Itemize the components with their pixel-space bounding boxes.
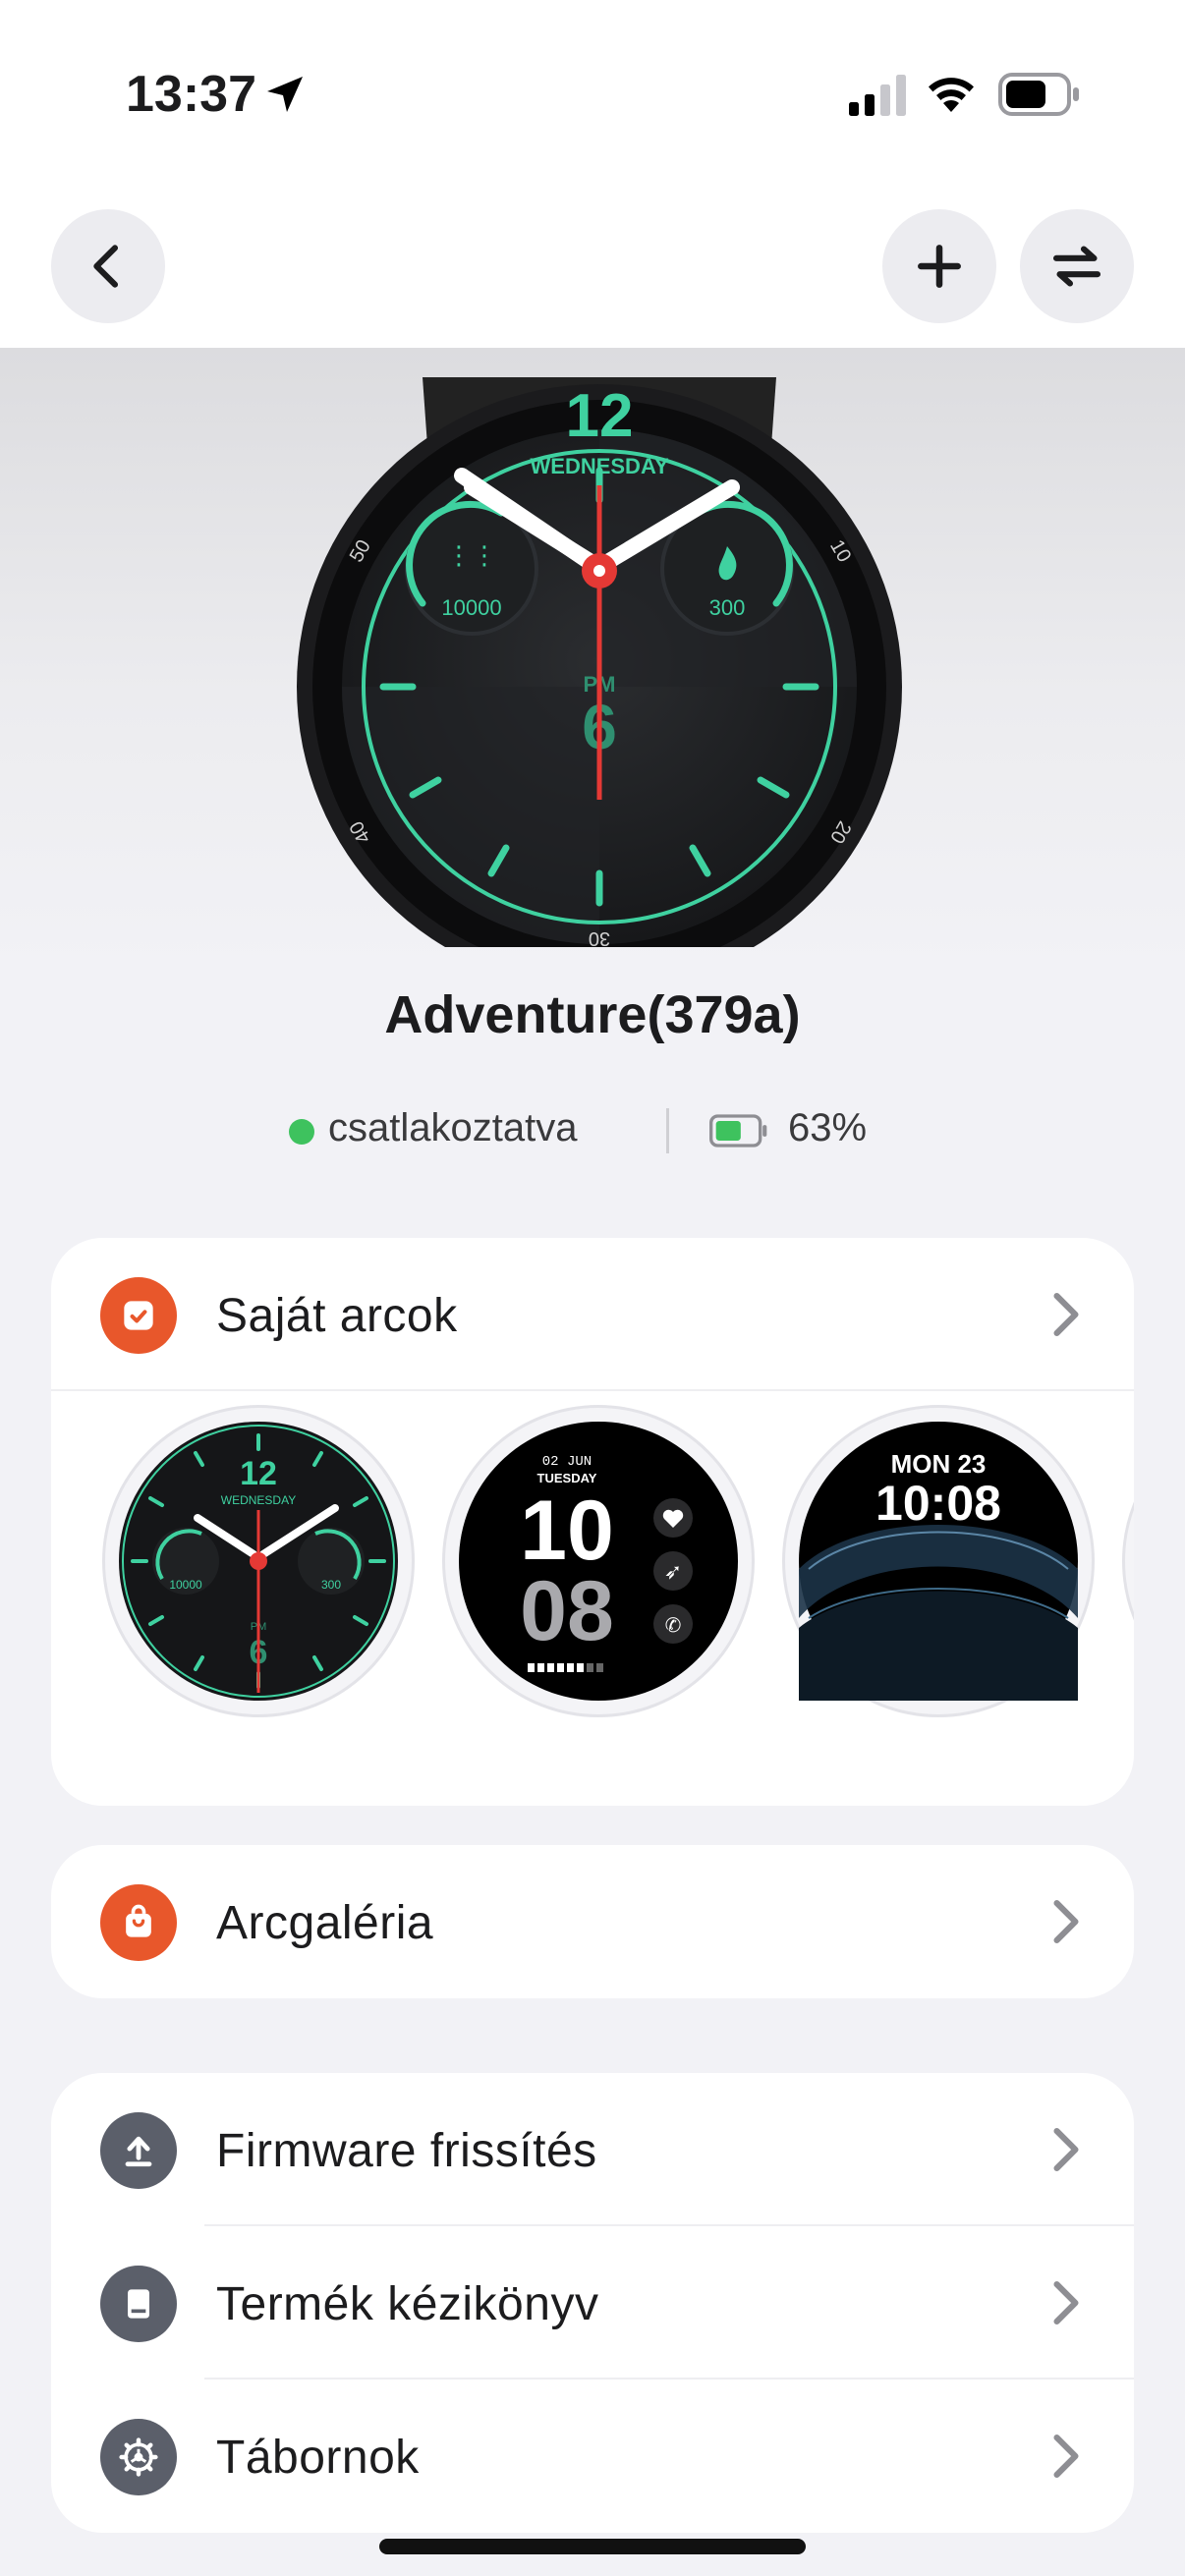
- gallery-card: Arcgaléria: [51, 1845, 1134, 1998]
- watch-date: 12: [566, 382, 634, 450]
- info-divider: [666, 1108, 669, 1153]
- my-faces-label: Saját arcok: [216, 1290, 458, 1342]
- settings-label: Firmware frissítés: [216, 2125, 597, 2177]
- face-weekday: WEDNESDAY: [221, 1493, 296, 1507]
- running-icon: ➶: [664, 1560, 682, 1585]
- chevron-right-icon: [1053, 1900, 1079, 1943]
- face-time: 10:08: [875, 1476, 1001, 1531]
- watch-weekday: WEDNESDAY: [531, 454, 669, 478]
- settings-label: Termék kézikönyv: [216, 2278, 599, 2330]
- status-bar: 13:37: [0, 0, 1185, 187]
- device-name: Adventure(379a): [384, 985, 801, 1044]
- gear-icon: [100, 2419, 177, 2495]
- watch-steps: 10000: [441, 595, 501, 620]
- gallery-row[interactable]: Arcgaléria: [51, 1845, 1134, 1998]
- shopping-bag-icon: [100, 1884, 177, 1961]
- book-icon: [100, 2266, 177, 2342]
- status-time: 13:37: [126, 66, 256, 123]
- chevron-right-icon: [1053, 1293, 1079, 1336]
- add-device-button[interactable]: [882, 209, 996, 323]
- chevron-right-icon: [1053, 2435, 1079, 2478]
- watch-face-thumbnail[interactable]: [1122, 1405, 1134, 1717]
- device-hero: 10 20 30 40 50 12 WEDNESDAY ⋮⋮ 10000 300…: [0, 348, 1185, 977]
- watch-face-thumbnail[interactable]: 02 JUN TUESDAY 10 08 ➶ ✆: [442, 1405, 755, 1717]
- chevron-right-icon: [1053, 2281, 1079, 2324]
- watch-calories: 300: [709, 595, 746, 620]
- my-faces-card: Saját arcok 12 WEDNESDAY 10000 300 02 JU…: [51, 1238, 1134, 1806]
- chevron-left-icon: [93, 245, 119, 288]
- row-divider: [51, 1389, 1134, 1391]
- connection-dot: [289, 1119, 314, 1145]
- battery-level-icon: [709, 1114, 767, 1148]
- plus-icon: [918, 245, 961, 288]
- wifi-icon: [929, 78, 974, 112]
- face-calories: 300: [321, 1578, 341, 1592]
- upload-icon: [100, 2112, 177, 2189]
- my-faces-row[interactable]: Saját arcok: [51, 1238, 1134, 1391]
- watch-face-thumbnail[interactable]: MON 23 10:08: [782, 1405, 1095, 1717]
- my-faces-list: 12 WEDNESDAY 10000 300 PM 6 02 JUN: [51, 1395, 1134, 1717]
- watch-face-thumbnail[interactable]: 12 WEDNESDAY 10000 300 PM 6: [102, 1405, 415, 1717]
- battery-icon: [998, 73, 1079, 116]
- signal-icon: [849, 75, 906, 116]
- settings-row-manual[interactable]: Termék kézikönyv: [51, 2226, 1134, 2380]
- face-date: MON 23: [891, 1449, 987, 1479]
- face-minute: 08: [520, 1564, 614, 1658]
- face-date: 02 JUN: [542, 1454, 592, 1470]
- swap-arrows-icon: [1052, 246, 1101, 287]
- steps-icon: ⋮⋮: [446, 541, 497, 571]
- nav-bar: [0, 187, 1185, 348]
- bezel-number: 30: [589, 927, 610, 947]
- watch-image: 10 20 30 40 50 12 WEDNESDAY ⋮⋮ 10000 300…: [297, 377, 902, 947]
- location-arrow-icon: [267, 77, 303, 112]
- home-indicator: [379, 2539, 806, 2554]
- battery-percent: 63%: [788, 1106, 868, 1149]
- switch-device-button[interactable]: [1020, 209, 1134, 323]
- back-button[interactable]: [51, 209, 165, 323]
- gallery-label: Arcgaléria: [216, 1897, 434, 1949]
- settings-row-firmware[interactable]: Firmware frissítés: [51, 2073, 1134, 2226]
- settings-label: Tábornok: [216, 2432, 420, 2484]
- settings-card: Firmware frissítés Termék kézikönyv Tábo…: [51, 2073, 1134, 2533]
- face-steps: 10000: [169, 1578, 202, 1592]
- watch-face-icon: [100, 1277, 177, 1354]
- connection-status: csatlakoztatva: [328, 1106, 578, 1149]
- chevron-right-icon: [1053, 2128, 1079, 2171]
- phone-icon: ✆: [665, 1613, 682, 1637]
- settings-row-general[interactable]: Tábornok: [51, 2380, 1134, 2533]
- face-date: 12: [240, 1455, 277, 1492]
